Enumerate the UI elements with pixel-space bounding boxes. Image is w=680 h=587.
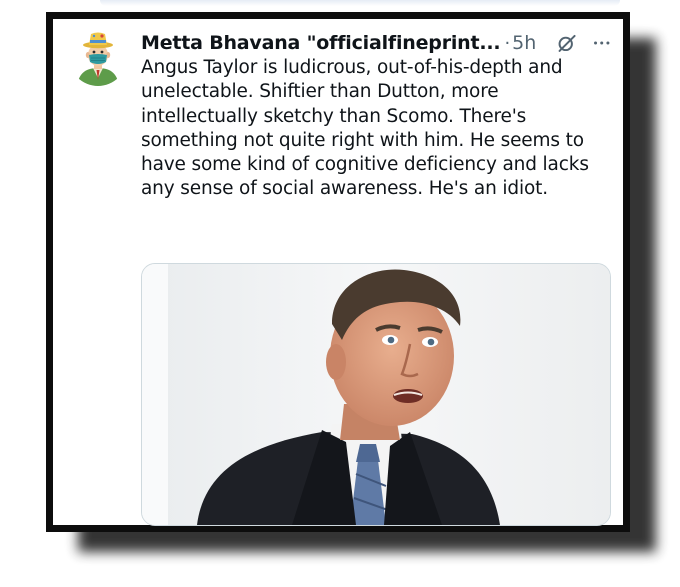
more-dots-icon[interactable] [592,32,611,54]
previous-post-edge [100,0,620,6]
man-in-suit-speaking-photo [142,264,610,525]
tweet-text: Angus Taylor is ludicrous, out-of-his-de… [141,57,589,200]
tweet-card[interactable]: Metta Bhavana "officialfineprint... · 5h… [53,19,623,526]
timestamp[interactable]: 5h [512,32,536,54]
header-separator: · [504,32,511,54]
post-frame: Metta Bhavana "officialfineprint... · 5h… [46,12,630,532]
tweet-media-photo[interactable] [141,263,611,526]
avatar[interactable] [69,28,127,86]
display-name[interactable]: Metta Bhavana "officialfineprint... [141,32,501,54]
screenshot-page: Metta Bhavana "officialfineprint... · 5h… [0,0,680,587]
tweet-header: Metta Bhavana "officialfineprint... · 5h [141,29,611,57]
cartoon-man-avatar-icon [69,28,127,86]
grok-icon[interactable] [556,31,577,55]
